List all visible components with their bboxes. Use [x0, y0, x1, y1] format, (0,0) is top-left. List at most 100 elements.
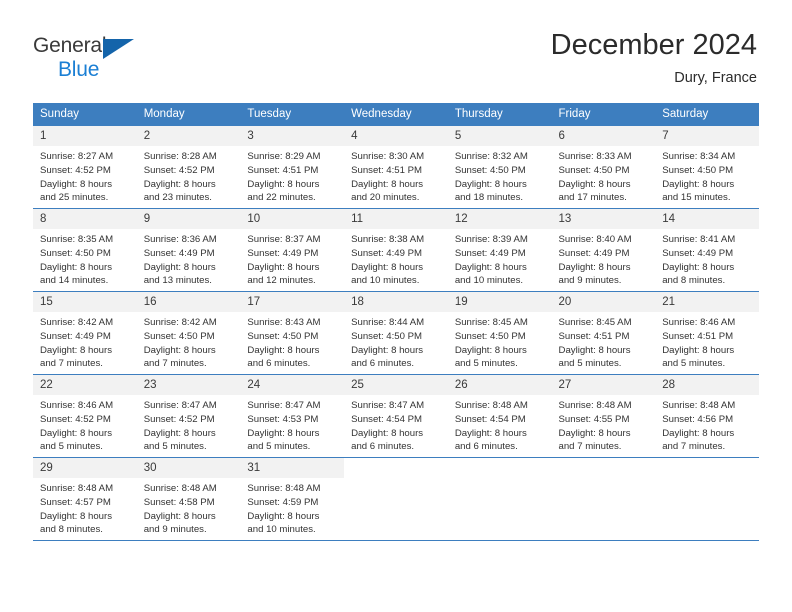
day-cell-content: 12 Sunrise: 8:39 AM Sunset: 4:49 PM Dayligh…	[447, 209, 552, 291]
sun-info: Sunrise: 8:43 AM Sunset: 4:50 PM Daylight:…	[240, 312, 344, 370]
calendar-day-cell[interactable]: 31 Sunrise: 8:48 AM Sunset: 4:59 PM Dayligh…	[240, 457, 345, 540]
day-cell-content: 27 Sunrise: 8:48 AM Sunset: 4:55 PM Dayligh…	[551, 375, 656, 457]
sunrise-time: Sunrise: 8:30 AM	[351, 151, 425, 163]
sunrise-time: Sunrise: 8:48 AM	[143, 483, 217, 495]
calendar-day-cell[interactable]: 4 Sunrise: 8:30 AM Sunset: 4:51 PM Daylight…	[344, 125, 448, 209]
daylight-duration-line2: and 18 minutes.	[454, 192, 524, 204]
day-number: 2	[136, 126, 241, 147]
day-number: 26	[447, 375, 552, 396]
calendar-day-cell[interactable]: 3 Sunrise: 8:29 AM Sunset: 4:51 PM Daylight…	[240, 125, 345, 209]
sunrise-time: Sunrise: 8:29 AM	[247, 151, 321, 163]
day-number: 18	[344, 292, 448, 313]
sunset-time: Sunset: 4:59 PM	[247, 496, 319, 508]
sunrise-time: Sunrise: 8:33 AM	[558, 151, 632, 163]
calendar-day-cell[interactable]: 11 Sunrise: 8:38 AM Sunset: 4:49 PM Dayligh…	[344, 208, 448, 292]
day-cell-content	[447, 458, 552, 540]
daylight-duration-line2: and 7 minutes.	[143, 358, 207, 370]
calendar-day-cell[interactable]: 17 Sunrise: 8:43 AM Sunset: 4:50 PM Dayligh…	[240, 291, 345, 375]
calendar-day-cell[interactable]: 13 Sunrise: 8:40 AM Sunset: 4:49 PM Dayligh…	[551, 208, 656, 292]
sunset-time: Sunset: 4:50 PM	[247, 330, 319, 342]
calendar-day-cell[interactable]: 5 Sunrise: 8:32 AM Sunset: 4:50 PM Daylight…	[447, 125, 552, 209]
calendar-day-cell[interactable]: 14 Sunrise: 8:41 AM Sunset: 4:49 PM Dayligh…	[655, 208, 759, 292]
calendar-day-cell[interactable]: 30 Sunrise: 8:48 AM Sunset: 4:58 PM Dayligh…	[136, 457, 241, 540]
calendar-day-cell[interactable]: 19 Sunrise: 8:45 AM Sunset: 4:50 PM Dayligh…	[447, 291, 552, 375]
calendar-day-cell[interactable]: 9 Sunrise: 8:36 AM Sunset: 4:49 PM Daylight…	[136, 208, 241, 292]
sunset-time: Sunset: 4:52 PM	[40, 164, 111, 176]
calendar-day-cell[interactable]: 6 Sunrise: 8:33 AM Sunset: 4:50 PM Daylight…	[551, 125, 656, 209]
day-number: 8	[33, 209, 137, 230]
calendar-day-cell[interactable]: 12 Sunrise: 8:39 AM Sunset: 4:49 PM Dayligh…	[447, 208, 552, 292]
sunrise-time: Sunrise: 8:46 AM	[40, 400, 114, 412]
day-number: 22	[33, 375, 137, 396]
day-number: 11	[344, 209, 448, 230]
calendar-day-cell[interactable]: 16 Sunrise: 8:42 AM Sunset: 4:50 PM Dayligh…	[136, 291, 241, 375]
sunset-time: Sunset: 4:50 PM	[454, 164, 526, 176]
calendar-day-cell[interactable]: 27 Sunrise: 8:48 AM Sunset: 4:55 PM Dayligh…	[551, 374, 656, 458]
calendar-day-cell[interactable]: 25 Sunrise: 8:47 AM Sunset: 4:54 PM Dayligh…	[344, 374, 448, 458]
calendar-day-cell[interactable]: 18 Sunrise: 8:44 AM Sunset: 4:50 PM Dayligh…	[344, 291, 448, 375]
daylight-duration-line2: and 5 minutes.	[558, 358, 622, 370]
day-cell-content	[655, 458, 759, 540]
calendar-cell-empty	[344, 457, 448, 540]
day-cell-content: 18 Sunrise: 8:44 AM Sunset: 4:50 PM Dayligh…	[344, 292, 448, 374]
sun-info: Sunrise: 8:41 AM Sunset: 4:49 PM Daylight:…	[655, 229, 759, 287]
day-cell-content: 17 Sunrise: 8:43 AM Sunset: 4:50 PM Dayligh…	[240, 292, 345, 374]
general-blue-logo: General Blue	[33, 30, 163, 87]
day-cell-content: 5 Sunrise: 8:32 AM Sunset: 4:50 PM Daylight…	[447, 126, 552, 208]
daylight-duration-line2: and 5 minutes.	[40, 441, 103, 453]
sunset-time: Sunset: 4:52 PM	[40, 413, 111, 425]
sun-info: Sunrise: 8:38 AM Sunset: 4:49 PM Daylight:…	[344, 229, 448, 287]
calendar-week-row: 29 Sunrise: 8:48 AM Sunset: 4:57 PM Dayligh…	[33, 457, 759, 540]
calendar-body: 1 Sunrise: 8:27 AM Sunset: 4:52 PM Daylight…	[33, 125, 759, 540]
calendar-day-cell[interactable]: 23 Sunrise: 8:47 AM Sunset: 4:52 PM Dayligh…	[136, 374, 241, 458]
logo-text-blue: Blue	[58, 58, 100, 81]
day-number: 29	[33, 458, 137, 479]
sunset-time: Sunset: 4:58 PM	[143, 496, 215, 508]
calendar-day-cell[interactable]: 20 Sunrise: 8:45 AM Sunset: 4:51 PM Dayligh…	[551, 291, 656, 375]
logo-text-general: General	[33, 34, 107, 57]
sunrise-time: Sunrise: 8:42 AM	[40, 317, 114, 329]
calendar-day-cell[interactable]: 2 Sunrise: 8:28 AM Sunset: 4:52 PM Daylight…	[136, 125, 241, 209]
daylight-duration-line1: Daylight: 8 hours	[662, 178, 735, 190]
calendar-day-cell[interactable]: 29 Sunrise: 8:48 AM Sunset: 4:57 PM Dayligh…	[33, 457, 137, 540]
sunrise-time: Sunrise: 8:34 AM	[662, 151, 736, 163]
day-cell-content: 21 Sunrise: 8:46 AM Sunset: 4:51 PM Dayligh…	[655, 292, 759, 374]
calendar-day-cell[interactable]: 15 Sunrise: 8:42 AM Sunset: 4:49 PM Dayligh…	[33, 291, 137, 375]
calendar-day-cell[interactable]: 10 Sunrise: 8:37 AM Sunset: 4:49 PM Dayligh…	[240, 208, 345, 292]
daylight-duration-line1: Daylight: 8 hours	[247, 178, 320, 190]
calendar-day-cell[interactable]: 1 Sunrise: 8:27 AM Sunset: 4:52 PM Daylight…	[33, 125, 137, 209]
day-number: 16	[136, 292, 241, 313]
sun-info: Sunrise: 8:45 AM Sunset: 4:51 PM Daylight:…	[552, 312, 656, 370]
sunset-time: Sunset: 4:50 PM	[662, 164, 734, 176]
sun-info: Sunrise: 8:47 AM Sunset: 4:53 PM Daylight:…	[240, 395, 344, 453]
calendar-day-cell[interactable]: 21 Sunrise: 8:46 AM Sunset: 4:51 PM Dayligh…	[655, 291, 759, 375]
day-cell-content: 3 Sunrise: 8:29 AM Sunset: 4:51 PM Daylight…	[240, 126, 345, 208]
day-cell-content: 11 Sunrise: 8:38 AM Sunset: 4:49 PM Dayligh…	[344, 209, 448, 291]
sunrise-time: Sunrise: 8:32 AM	[454, 151, 528, 163]
sun-info: Sunrise: 8:42 AM Sunset: 4:50 PM Daylight:…	[137, 312, 241, 370]
calendar-day-cell[interactable]: 26 Sunrise: 8:48 AM Sunset: 4:54 PM Dayligh…	[447, 374, 552, 458]
sun-info: Sunrise: 8:48 AM Sunset: 4:58 PM Daylight:…	[137, 478, 241, 536]
calendar-day-cell[interactable]: 28 Sunrise: 8:48 AM Sunset: 4:56 PM Dayligh…	[655, 374, 759, 458]
sun-info: Sunrise: 8:29 AM Sunset: 4:51 PM Daylight:…	[240, 146, 344, 204]
daylight-duration-line1: Daylight: 8 hours	[662, 261, 735, 273]
sun-info: Sunrise: 8:27 AM Sunset: 4:52 PM Daylight:…	[33, 146, 137, 204]
daylight-duration-line2: and 6 minutes.	[454, 441, 518, 453]
page-title: December 2024	[550, 29, 757, 61]
daylight-duration-line1: Daylight: 8 hours	[143, 344, 216, 356]
calendar-day-cell[interactable]: 7 Sunrise: 8:34 AM Sunset: 4:50 PM Daylight…	[655, 125, 759, 209]
sun-info: Sunrise: 8:48 AM Sunset: 4:56 PM Daylight:…	[655, 395, 759, 453]
sunrise-time: Sunrise: 8:48 AM	[662, 400, 736, 412]
calendar-day-cell[interactable]: 8 Sunrise: 8:35 AM Sunset: 4:50 PM Daylight…	[33, 208, 137, 292]
calendar-day-cell[interactable]: 24 Sunrise: 8:47 AM Sunset: 4:53 PM Dayligh…	[240, 374, 345, 458]
sunrise-time: Sunrise: 8:27 AM	[40, 151, 114, 163]
calendar-day-cell[interactable]: 22 Sunrise: 8:46 AM Sunset: 4:52 PM Dayligh…	[33, 374, 137, 458]
daylight-duration-line1: Daylight: 8 hours	[40, 261, 112, 273]
day-cell-content: 8 Sunrise: 8:35 AM Sunset: 4:50 PM Daylight…	[33, 209, 137, 291]
day-number: 20	[551, 292, 656, 313]
daylight-duration-line1: Daylight: 8 hours	[40, 178, 112, 190]
day-cell-content: 15 Sunrise: 8:42 AM Sunset: 4:49 PM Dayligh…	[33, 292, 137, 374]
daylight-duration-line1: Daylight: 8 hours	[662, 427, 735, 439]
day-cell-content: 16 Sunrise: 8:42 AM Sunset: 4:50 PM Dayligh…	[136, 292, 241, 374]
sunset-time: Sunset: 4:57 PM	[40, 496, 111, 508]
